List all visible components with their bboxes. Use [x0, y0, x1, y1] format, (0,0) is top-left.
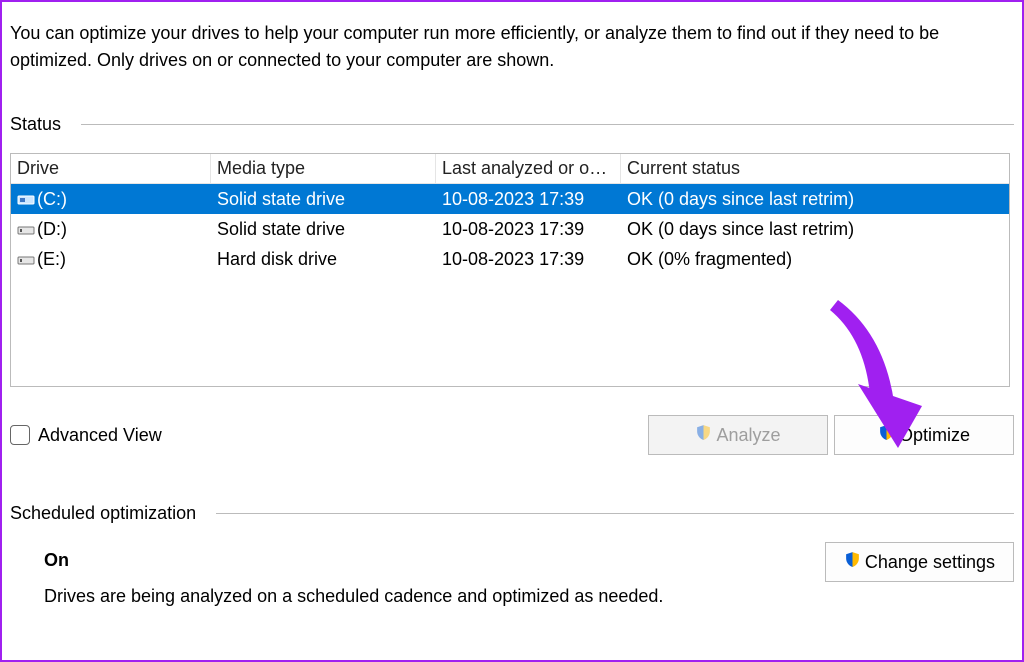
table-row[interactable]: (D:) Solid state drive10-08-2023 17:39OK … [11, 214, 1009, 244]
advanced-view-input[interactable] [10, 425, 30, 445]
drive-name-text: (D:) [37, 219, 67, 239]
drive-icon [17, 223, 35, 237]
drive-table-header: Drive Media type Last analyzed or op... … [11, 154, 1009, 184]
drive-table: Drive Media type Last analyzed or op... … [10, 153, 1010, 387]
column-header-status[interactable]: Current status [621, 154, 1009, 183]
table-actions-row: Advanced View Analyze Optimize [10, 415, 1014, 455]
column-header-last[interactable]: Last analyzed or op... [436, 154, 621, 183]
change-settings-label: Change settings [865, 552, 995, 573]
drive-cell-status: OK (0 days since last retrim) [621, 185, 1009, 214]
drive-cell-last: 10-08-2023 17:39 [436, 245, 621, 274]
shield-icon [844, 551, 861, 573]
drive-cell-status: OK (0 days since last retrim) [621, 215, 1009, 244]
change-settings-button[interactable]: Change settings [825, 542, 1014, 582]
scheduled-description: Drives are being analyzed on a scheduled… [44, 578, 663, 614]
column-header-media[interactable]: Media type [211, 154, 436, 183]
column-header-drive[interactable]: Drive [11, 154, 211, 183]
scheduled-section-label: Scheduled optimization [10, 503, 216, 524]
drive-cell-name: (E:) [11, 245, 211, 274]
advanced-view-checkbox[interactable]: Advanced View [10, 425, 162, 446]
analyze-button-label: Analyze [716, 425, 780, 446]
optimize-button[interactable]: Optimize [834, 415, 1014, 455]
scheduled-text: On Drives are being analyzed on a schedu… [44, 542, 663, 614]
drive-cell-name: (D:) [11, 215, 211, 244]
scheduled-state: On [44, 542, 663, 578]
intro-text: You can optimize your drives to help you… [10, 20, 1014, 74]
drive-table-body: (C:)Solid state drive10-08-2023 17:39OK … [11, 184, 1009, 274]
drive-cell-status: OK (0% fragmented) [621, 245, 1009, 274]
scheduled-body: On Drives are being analyzed on a schedu… [10, 542, 1014, 614]
action-button-row: Analyze Optimize [648, 415, 1014, 455]
advanced-view-label: Advanced View [38, 425, 162, 446]
section-divider [216, 513, 1014, 514]
drive-cell-name: (C:) [11, 185, 211, 214]
drive-cell-media: Solid state drive [211, 215, 436, 244]
drive-name-text: (E:) [37, 249, 66, 269]
analyze-button[interactable]: Analyze [648, 415, 828, 455]
drive-cell-media: Hard disk drive [211, 245, 436, 274]
status-section-header: Status [10, 114, 1014, 135]
scheduled-section-header: Scheduled optimization [10, 503, 1014, 524]
scheduled-optimization-section: Scheduled optimization On Drives are bei… [10, 503, 1014, 614]
table-row[interactable]: (C:) Solid state drive10-08-2023 17:39OK … [11, 184, 1009, 214]
drive-cell-last: 10-08-2023 17:39 [436, 215, 621, 244]
table-row[interactable]: (E:) Hard disk drive10-08-2023 17:39OK (0… [11, 244, 1009, 274]
shield-icon [878, 424, 895, 446]
drive-cell-last: 10-08-2023 17:39 [436, 185, 621, 214]
drive-cell-media: Solid state drive [211, 185, 436, 214]
drive-name-text: (C:) [37, 189, 67, 209]
optimize-button-label: Optimize [899, 425, 970, 446]
drive-icon [17, 253, 35, 267]
drive-icon [17, 193, 35, 207]
section-divider [81, 124, 1014, 125]
shield-icon [695, 424, 712, 446]
status-label: Status [10, 114, 81, 135]
